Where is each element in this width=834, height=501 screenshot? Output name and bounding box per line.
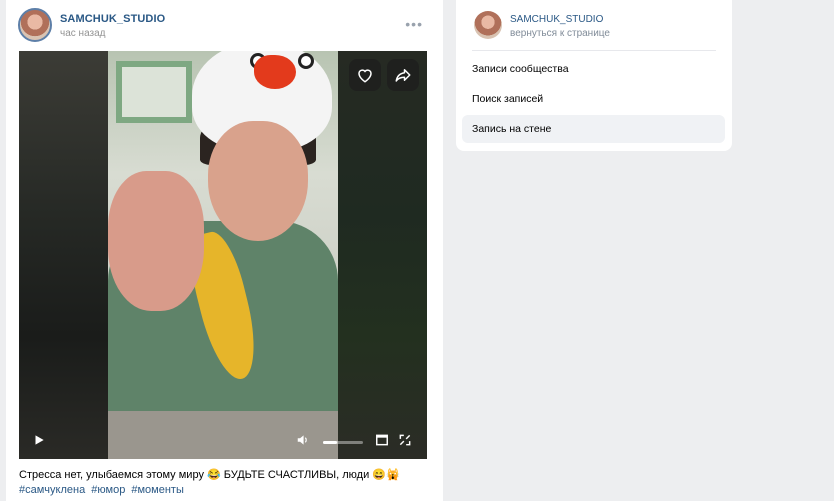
sidebar-card: SAMCHUK_STUDIO вернуться к странице Запи…: [456, 0, 732, 151]
like-video-button[interactable]: [349, 59, 381, 91]
miniplayer-button[interactable]: [374, 432, 390, 448]
author-name[interactable]: SAMCHUK_STUDIO: [60, 13, 165, 25]
share-video-button[interactable]: [387, 59, 419, 91]
sidebar-community-name[interactable]: SAMCHUK_STUDIO: [510, 14, 603, 25]
background-window: [116, 61, 192, 123]
post-time[interactable]: час назад: [60, 28, 106, 39]
heart-icon: [358, 69, 372, 83]
back-to-page-link[interactable]: вернуться к странице: [510, 28, 610, 39]
post-header: SAMCHUK_STUDIO час назад •••: [18, 8, 431, 42]
hashtag-link[interactable]: #юмор: [91, 484, 125, 496]
fullscreen-button[interactable]: [397, 432, 413, 448]
video-controls: [19, 419, 427, 459]
person-face: [208, 121, 308, 241]
person-hand: [108, 171, 204, 311]
post-card: SAMCHUK_STUDIO час назад ••• Стресса нет…: [6, 0, 443, 501]
video-blur-left: [19, 51, 108, 459]
hat-beak: [254, 55, 296, 89]
hashtag-link[interactable]: #моменты: [131, 484, 184, 496]
hat-eye-right: [298, 53, 314, 69]
fullscreen-icon: [399, 434, 411, 446]
share-icon: [395, 69, 411, 82]
sidebar-item-wall-post[interactable]: Запись на стене: [462, 115, 725, 143]
video-blur-right: [338, 51, 427, 459]
play-icon: [35, 435, 44, 445]
sidebar-item-search-posts[interactable]: Поиск записей: [462, 85, 725, 113]
volume-icon: [297, 435, 307, 445]
video-frame: [108, 51, 338, 459]
author-avatar[interactable]: [18, 8, 52, 42]
video-player[interactable]: [19, 51, 427, 459]
play-button[interactable]: [31, 432, 47, 448]
sidebar-divider: [472, 50, 716, 51]
miniplayer-icon: [376, 434, 388, 446]
volume-slider-fill: [323, 441, 337, 444]
more-options-button[interactable]: •••: [405, 17, 423, 31]
post-caption: Стресса нет, улыбаемся этому миру 😂 БУДЬ…: [19, 469, 400, 481]
post-hashtags: #самчуклена #юмор #моменты: [19, 484, 187, 496]
sidebar-avatar[interactable]: [474, 11, 502, 39]
volume-button[interactable]: [295, 432, 311, 448]
hashtag-link[interactable]: #самчуклена: [19, 484, 85, 496]
sidebar-item-community-posts[interactable]: Записи сообщества: [462, 55, 725, 83]
